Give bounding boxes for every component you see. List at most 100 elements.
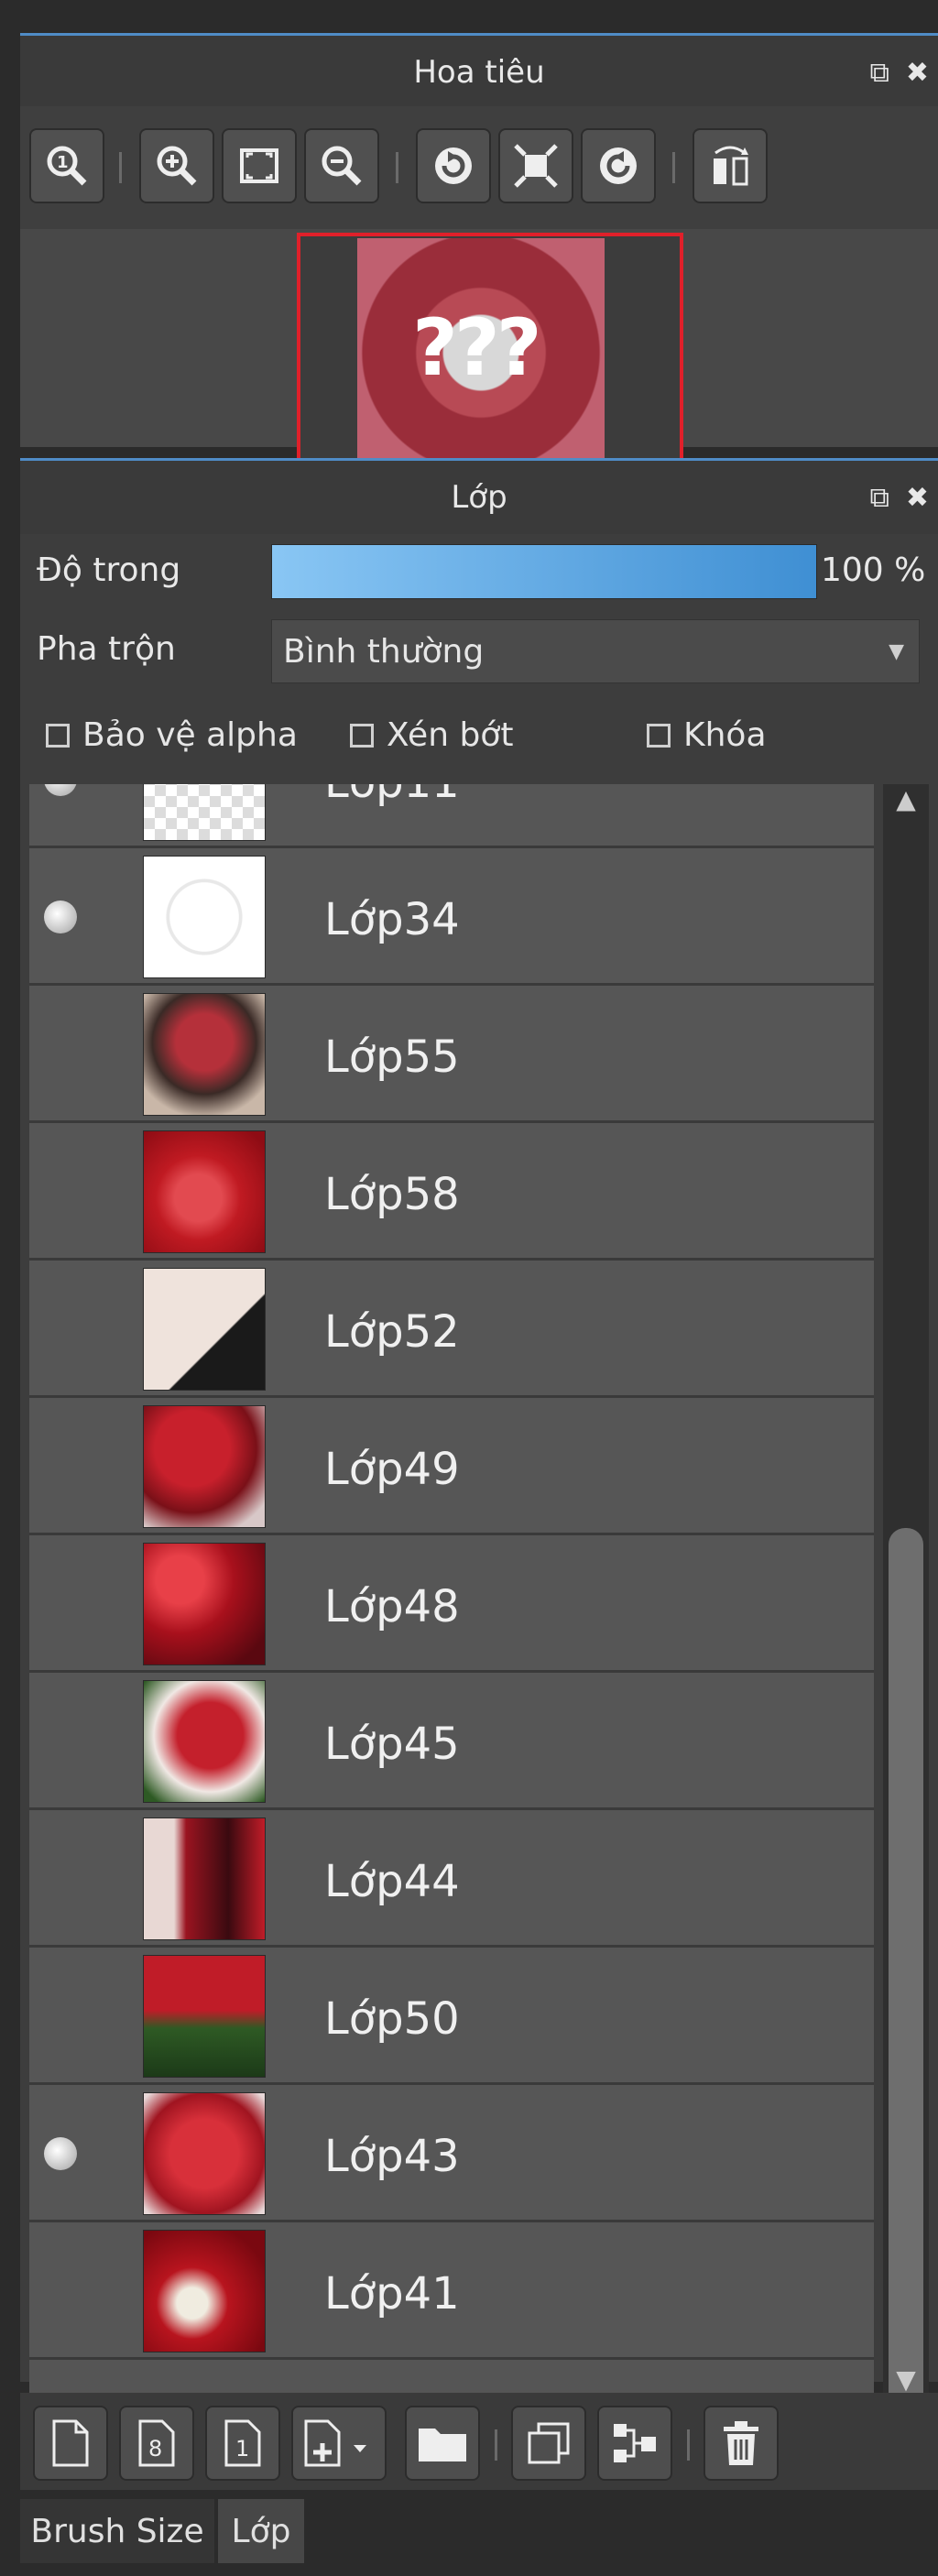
tab-brush-size[interactable]: Brush Size xyxy=(20,2499,214,2563)
layer-row-lop34[interactable]: Lớp34 xyxy=(29,848,874,986)
protect-alpha-label: Bảo vệ alpha xyxy=(82,716,298,754)
layer-list: Lớp11 Lớp34 Lớp55 Lớp58 Lớp52 Lớp49 Lớp4… xyxy=(29,784,874,2395)
layer-row-lop55[interactable]: Lớp55 xyxy=(29,986,874,1123)
duplicate-layer-icon[interactable] xyxy=(511,2406,586,2481)
toolbar-separator xyxy=(396,152,398,183)
layers-panel: Lớp ⧉ ✖ Độ trong 100 % Pha trộn Bình thư… xyxy=(20,458,938,2523)
viewport-frame[interactable]: ??? xyxy=(297,233,683,469)
layer-row-lop43[interactable]: Lớp43 xyxy=(29,2085,874,2222)
layer-thumbnail xyxy=(143,1680,266,1803)
layer-actions-bar: 8 1 xyxy=(20,2393,938,2494)
lock-checkbox[interactable]: Khóa xyxy=(647,716,767,754)
layer-thumbnail xyxy=(143,993,266,1116)
layer-thumbnail xyxy=(143,856,266,978)
layer-row-lop58[interactable]: Lớp58 xyxy=(29,1123,874,1261)
svg-text:1: 1 xyxy=(57,153,69,172)
blend-mode-select[interactable]: Bình thường ▼ xyxy=(271,619,920,683)
layer-name: Lớp58 xyxy=(324,1169,460,1220)
toolbar-separator xyxy=(687,2429,690,2461)
layer-row-lop52[interactable]: Lớp52 xyxy=(29,1261,874,1398)
panel-tab-bar: Brush Size Lớp xyxy=(20,2490,938,2576)
clipping-checkbox[interactable]: Xén bớt xyxy=(350,716,513,754)
rotate-left-icon[interactable] xyxy=(416,128,491,203)
fit-screen-icon[interactable] xyxy=(222,128,297,203)
rotate-right-icon[interactable] xyxy=(581,128,656,203)
navigator-preview-area[interactable]: ??? xyxy=(20,229,938,469)
visibility-toggle-icon[interactable] xyxy=(44,784,77,796)
actual-size-icon[interactable] xyxy=(498,128,573,203)
svg-text:8: 8 xyxy=(148,2436,162,2461)
zoom-reset-icon[interactable]: 1 xyxy=(29,128,104,203)
layer-thumbnail xyxy=(143,1543,266,1665)
blend-mode-value: Bình thường xyxy=(283,632,485,671)
flip-horizontal-icon[interactable] xyxy=(693,128,768,203)
new-1bit-layer-icon[interactable]: 1 xyxy=(205,2406,280,2481)
detach-icon[interactable]: ⧉ xyxy=(869,482,889,514)
layer-thumbnail xyxy=(143,2092,266,2215)
toolbar-separator xyxy=(119,152,122,183)
close-icon[interactable]: ✖ xyxy=(906,482,929,514)
scroll-up-icon[interactable]: ▲ xyxy=(883,784,929,814)
zoom-in-icon[interactable] xyxy=(139,128,214,203)
clipping-label: Xén bớt xyxy=(387,716,514,754)
checkbox-box[interactable] xyxy=(647,723,671,748)
svg-text:1: 1 xyxy=(235,2436,249,2461)
scroll-down-icon[interactable]: ▼ xyxy=(883,2364,929,2395)
navigator-title: Hoa tiêu xyxy=(413,54,545,91)
layer-name: Lớp50 xyxy=(324,1993,460,2045)
layer-row-lop49[interactable]: Lớp49 xyxy=(29,1398,874,1535)
layer-row-lop44[interactable]: Lớp44 xyxy=(29,1810,874,1948)
tab-layers-label: Lớp xyxy=(231,2512,291,2550)
zoom-out-icon[interactable] xyxy=(304,128,379,203)
opacity-value: 100 % xyxy=(821,551,926,589)
layer-name: Lớp48 xyxy=(324,1581,460,1632)
layer-name: Lớp11 xyxy=(324,784,460,808)
checkbox-box[interactable] xyxy=(350,723,374,748)
navigator-title-bar: Hoa tiêu ⧉ ✖ xyxy=(20,33,938,109)
tab-brush-size-label: Brush Size xyxy=(30,2512,204,2550)
layer-name: Lớp34 xyxy=(324,894,460,945)
layer-row-lop41[interactable]: Lớp41 xyxy=(29,2222,874,2360)
chevron-down-icon: ▼ xyxy=(889,639,904,663)
toolbar-separator xyxy=(495,2429,497,2461)
layer-row-lop45[interactable]: Lớp45 xyxy=(29,1673,874,1810)
navigator-toolbar: 1 xyxy=(20,106,938,229)
new-layer-icon[interactable] xyxy=(33,2406,108,2481)
layer-list-scrollbar[interactable]: ▲ ▼ xyxy=(883,784,929,2523)
layer-thumbnail xyxy=(143,1817,266,1940)
layer-name: Lớp55 xyxy=(324,1031,460,1083)
canvas-preview-image: ??? xyxy=(357,238,605,467)
layer-thumbnail xyxy=(143,1405,266,1528)
delete-layer-icon[interactable] xyxy=(704,2406,779,2481)
tab-layers[interactable]: Lớp xyxy=(218,2499,304,2563)
blend-label: Pha trộn xyxy=(37,630,176,668)
toolbar-separator xyxy=(672,152,675,183)
layer-thumbnail xyxy=(143,1955,266,2078)
layer-name: Lớp52 xyxy=(324,1306,460,1358)
protect-alpha-checkbox[interactable]: Bảo vệ alpha xyxy=(46,716,298,754)
new-folder-icon[interactable] xyxy=(405,2406,480,2481)
new-8bit-layer-icon[interactable]: 8 xyxy=(119,2406,194,2481)
navigator-panel: Hoa tiêu ⧉ ✖ 1 ??? xyxy=(20,33,938,469)
opacity-slider[interactable] xyxy=(271,544,817,599)
layer-name: Lớp44 xyxy=(324,1856,460,1907)
layer-row-lop11[interactable]: Lớp11 xyxy=(29,784,874,848)
layers-title-bar: Lớp ⧉ ✖ xyxy=(20,458,938,534)
layer-row-lop48[interactable]: Lớp48 xyxy=(29,1535,874,1673)
layer-name: Lớp45 xyxy=(324,1719,460,1770)
layer-name: Lớp41 xyxy=(324,2268,460,2319)
visibility-toggle-icon[interactable] xyxy=(44,901,77,933)
visibility-toggle-icon[interactable] xyxy=(44,2137,77,2170)
layer-thumbnail xyxy=(143,2230,266,2352)
add-layer-menu-icon[interactable] xyxy=(291,2406,387,2481)
detach-icon[interactable]: ⧉ xyxy=(869,57,889,89)
layers-title: Lớp xyxy=(451,479,507,516)
layer-thumbnail xyxy=(143,784,266,841)
checkbox-box[interactable] xyxy=(46,723,70,748)
layer-row-lop50[interactable]: Lớp50 xyxy=(29,1948,874,2085)
layer-name: Lớp49 xyxy=(324,1444,460,1495)
merge-layer-icon[interactable] xyxy=(597,2406,672,2481)
preview-text: ??? xyxy=(412,302,542,394)
layer-name: Lớp43 xyxy=(324,2131,460,2182)
close-icon[interactable]: ✖ xyxy=(906,57,929,89)
